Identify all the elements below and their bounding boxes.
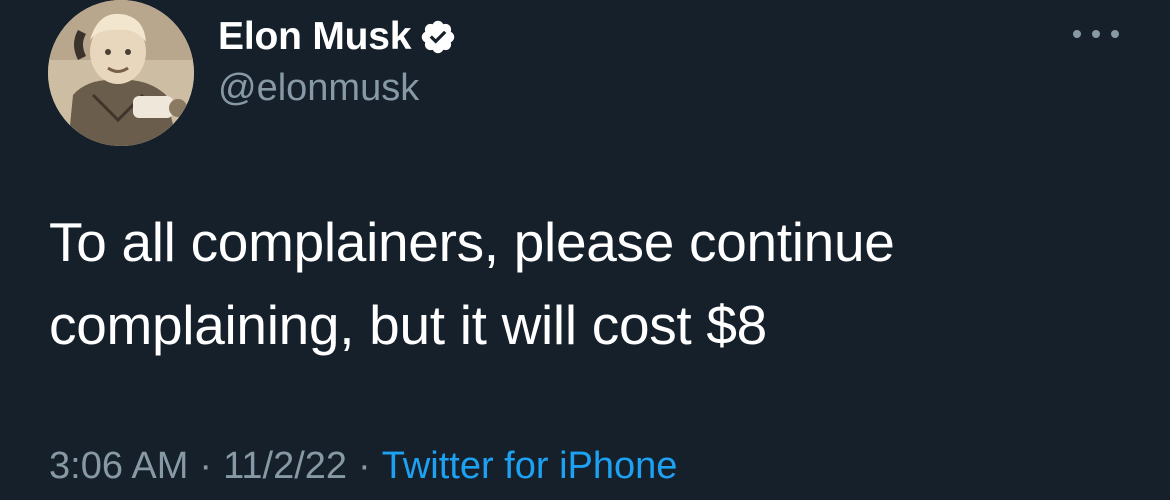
meta-separator: · — [199, 445, 213, 487]
author-handle[interactable]: @elonmusk — [218, 66, 419, 110]
author-name-row[interactable]: Elon Musk — [218, 14, 457, 60]
avatar[interactable] — [48, 0, 194, 146]
more-dot — [1073, 30, 1081, 38]
more-dot — [1111, 30, 1119, 38]
tweet-text: To all complainers, please continue comp… — [49, 211, 895, 356]
tweet-time[interactable]: 3:06 AM — [49, 445, 188, 487]
avatar-photo — [48, 0, 194, 146]
more-dot — [1092, 30, 1100, 38]
tweet-meta: 3:06 AM · 11/2/22 · Twitter for iPhone — [49, 441, 677, 491]
verified-badge-icon — [419, 18, 457, 56]
tweet-date[interactable]: 11/2/22 — [223, 445, 347, 487]
more-horizontal-icon[interactable] — [1073, 24, 1119, 44]
tweet-card: Elon Musk @elonmusk To all complainers, … — [0, 0, 1170, 500]
display-name[interactable]: Elon Musk — [218, 14, 411, 60]
meta-separator: · — [358, 445, 371, 487]
tweet-source-link[interactable]: Twitter for iPhone — [382, 445, 678, 487]
